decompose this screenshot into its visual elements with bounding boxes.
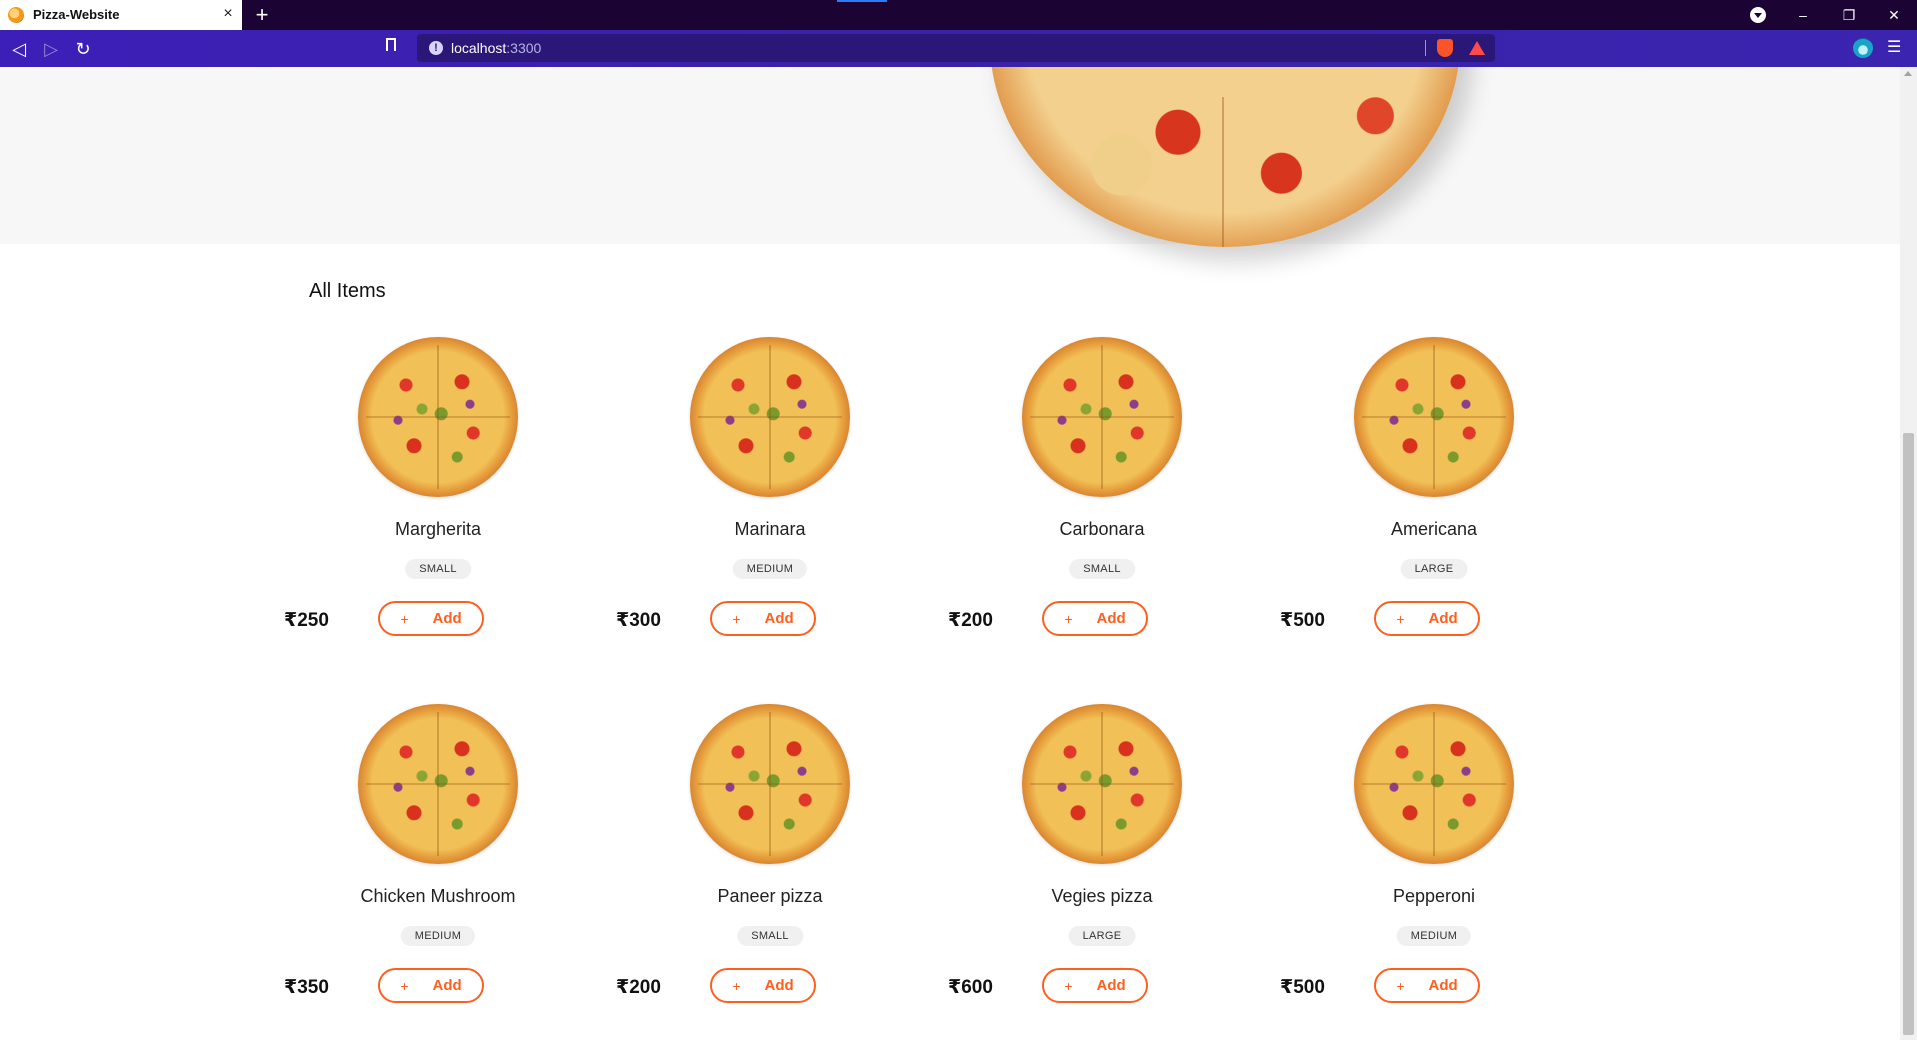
size-badge: SMALL <box>1069 559 1135 579</box>
pizza-card-7: Pepperoni MEDIUM ₹500 + Add <box>1253 704 1583 1024</box>
hero-pizza-image <box>990 67 1460 247</box>
browser-tab-bar: Pizza-Website × + – ❐ ✕ <box>0 0 1917 30</box>
bat-rewards-icon[interactable] <box>1469 41 1485 55</box>
plus-icon: + <box>400 610 409 627</box>
pizza-card-1: Marinara MEDIUM ₹300 + Add <box>589 337 919 657</box>
add-button-label: Add <box>764 610 794 627</box>
add-button-label: Add <box>764 977 794 994</box>
item-price: ₹300 <box>616 610 661 631</box>
bookmark-icon[interactable] <box>386 38 396 55</box>
size-badge: SMALL <box>405 559 471 579</box>
item-price: ₹500 <box>1280 977 1325 998</box>
minimize-icon[interactable]: – <box>1780 0 1826 30</box>
item-price: ₹200 <box>616 977 661 998</box>
plus-icon: + <box>1064 610 1073 627</box>
plus-icon: + <box>1396 610 1405 627</box>
add-button-label: Add <box>432 610 462 627</box>
item-price: ₹350 <box>284 977 329 998</box>
size-badge: MEDIUM <box>732 559 808 579</box>
plus-icon: + <box>732 610 741 627</box>
plus-icon[interactable]: + <box>252 3 272 27</box>
item-price: ₹250 <box>284 610 329 631</box>
url-divider <box>1425 40 1426 56</box>
pizza-card-4: Chicken Mushroom MEDIUM ₹350 + Add <box>257 704 587 1024</box>
pizza-favicon-icon <box>8 7 24 23</box>
plus-icon: + <box>1064 977 1073 994</box>
plus-icon: + <box>1396 977 1405 994</box>
restore-icon[interactable]: ❐ <box>1826 0 1872 30</box>
url-field[interactable]: ! localhost:3300 <box>417 34 1495 62</box>
back-icon[interactable]: ◁ <box>8 38 30 60</box>
close-icon[interactable]: × <box>220 5 236 23</box>
forward-icon[interactable]: ▷ <box>40 38 62 60</box>
scrollbar-thumb[interactable] <box>1903 433 1914 1035</box>
add-button[interactable]: + Add <box>710 601 816 636</box>
page-viewport: All Items Margherita SMALL ₹250 + Add Ma… <box>0 67 1900 1040</box>
pizza-card-3: Americana LARGE ₹500 + Add <box>1253 337 1583 657</box>
add-button-label: Add <box>1096 977 1126 994</box>
pizza-card-2: Carbonara SMALL ₹200 + Add <box>921 337 1251 657</box>
tab-title: Pizza-Website <box>33 7 120 22</box>
url-port: :3300 <box>506 40 542 56</box>
url-text[interactable]: localhost:3300 <box>451 40 541 56</box>
size-badge: MEDIUM <box>400 926 476 946</box>
reload-icon[interactable]: ↻ <box>72 38 94 60</box>
size-badge: LARGE <box>1068 926 1136 946</box>
tab-indicator <box>837 0 887 2</box>
scroll-up-icon[interactable] <box>1904 71 1912 76</box>
brave-shield-icon[interactable] <box>1437 39 1453 57</box>
pizza-card-6: Vegies pizza LARGE ₹600 + Add <box>921 704 1251 1024</box>
pizza-card-0: Margherita SMALL ₹250 + Add <box>257 337 587 657</box>
size-badge: SMALL <box>737 926 803 946</box>
add-button-label: Add <box>432 977 462 994</box>
add-button[interactable]: + Add <box>378 601 484 636</box>
window-close-icon[interactable]: ✕ <box>1871 0 1917 30</box>
sync-icon[interactable] <box>1853 38 1873 58</box>
item-price: ₹500 <box>1280 610 1325 631</box>
browser-tab[interactable]: Pizza-Website × <box>0 0 242 30</box>
info-icon[interactable]: ! <box>429 41 443 55</box>
menu-icon[interactable]: ☰ <box>1887 37 1901 59</box>
plus-icon: + <box>400 977 409 994</box>
add-button-label: Add <box>1096 610 1126 627</box>
scrollbar[interactable] <box>1900 67 1917 1040</box>
section-title: All Items <box>309 280 386 302</box>
pizza-card-5: Paneer pizza SMALL ₹200 + Add <box>589 704 919 1024</box>
add-button[interactable]: + Add <box>1042 601 1148 636</box>
add-button[interactable]: + Add <box>710 968 816 1003</box>
profile-icon[interactable] <box>1750 7 1766 23</box>
add-button[interactable]: + Add <box>1042 968 1148 1003</box>
size-badge: MEDIUM <box>1396 926 1472 946</box>
add-button[interactable]: + Add <box>378 968 484 1003</box>
size-badge: LARGE <box>1400 559 1468 579</box>
add-button[interactable]: + Add <box>1374 968 1480 1003</box>
url-host: localhost <box>451 40 507 56</box>
plus-icon: + <box>732 977 741 994</box>
item-price: ₹600 <box>948 977 993 998</box>
item-price: ₹200 <box>948 610 993 631</box>
add-button[interactable]: + Add <box>1374 601 1480 636</box>
add-button-label: Add <box>1428 610 1458 627</box>
hero-section <box>0 67 1900 247</box>
add-button-label: Add <box>1428 977 1458 994</box>
